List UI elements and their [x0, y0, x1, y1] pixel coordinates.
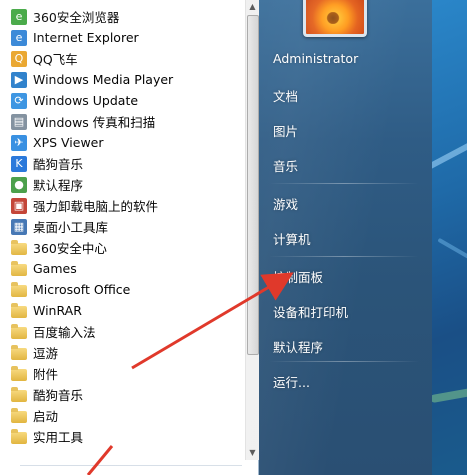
folder-icon [11, 408, 27, 423]
program-item[interactable]: K 酷狗音乐 [0, 153, 245, 174]
program-item[interactable]: 附件 [0, 363, 245, 384]
desktop-wallpaper [422, 0, 467, 475]
folder-icon [11, 261, 27, 276]
program-label: XPS Viewer [33, 135, 104, 150]
program-item[interactable]: ⟳ Windows Update [0, 90, 245, 111]
games-link[interactable]: 游戏 [273, 194, 298, 213]
program-item[interactable]: 百度输入法 [0, 321, 245, 342]
run-link[interactable]: 运行... [273, 372, 310, 391]
pictures-link[interactable]: 图片 [273, 121, 298, 140]
folder-icon [11, 387, 27, 402]
fax-scan-icon: ▤ [11, 113, 27, 130]
gadgets-icon: ▦ [11, 218, 27, 235]
scrollbar-thumb[interactable] [247, 15, 259, 355]
program-label: Games [33, 261, 77, 276]
program-item[interactable]: e 360安全浏览器 [0, 6, 245, 27]
uninstall-icon: ▣ [11, 197, 27, 214]
program-item[interactable]: Q QQ飞车 [0, 48, 245, 69]
program-item[interactable]: Microsoft Office [0, 279, 245, 300]
program-label: 启动 [33, 409, 59, 424]
folder-icon [11, 345, 27, 360]
user-avatar[interactable] [303, 0, 367, 37]
program-item[interactable]: ▶ Windows Media Player [0, 69, 245, 90]
scroll-up-arrow-icon[interactable]: ▲ [246, 0, 259, 14]
computer-link[interactable]: 计算机 [273, 229, 311, 248]
control-panel-link[interactable]: 控制面板 [273, 267, 323, 286]
program-label: Windows Media Player [33, 72, 174, 87]
program-label: 桌面小工具库 [33, 220, 109, 235]
qq-speed-icon: Q [11, 50, 27, 67]
program-label: 实用工具 [33, 430, 84, 445]
program-item[interactable]: 酷狗音乐 [0, 384, 245, 405]
folder-icon [11, 303, 27, 318]
all-programs-pane: e 360安全浏览器 e Internet Explorer Q QQ飞车 ▶ Windows… [0, 0, 259, 475]
program-item[interactable]: Games [0, 258, 245, 279]
program-label: 酷狗音乐 [33, 157, 84, 172]
media-player-icon: ▶ [11, 71, 27, 88]
program-label: Microsoft Office [33, 282, 131, 297]
music-link[interactable]: 音乐 [273, 156, 298, 175]
program-item[interactable]: 逗游 [0, 342, 245, 363]
program-label: QQ飞车 [33, 52, 78, 67]
program-label: 强力卸载电脑上的软件 [33, 199, 159, 214]
user-folder-link[interactable]: Administrator [273, 51, 358, 66]
program-item[interactable]: ● 默认程序 [0, 174, 245, 195]
program-label: 酷狗音乐 [33, 388, 84, 403]
divider [269, 361, 419, 362]
kugou-music-icon: K [11, 155, 27, 172]
program-item[interactable]: 启动 [0, 405, 245, 426]
program-label: 附件 [33, 367, 59, 382]
program-label: Windows Update [33, 93, 139, 108]
program-item[interactable]: e Internet Explorer [0, 27, 245, 48]
documents-link[interactable]: 文档 [273, 86, 298, 105]
360-browser-icon: e [11, 8, 27, 25]
divider [20, 465, 242, 466]
program-label: Internet Explorer [33, 30, 139, 45]
divider [269, 183, 419, 184]
program-label: WinRAR [33, 303, 82, 318]
divider [269, 256, 419, 257]
folder-icon [11, 282, 27, 297]
program-label: 360安全浏览器 [33, 10, 120, 25]
program-label: 百度输入法 [33, 325, 96, 340]
program-item[interactable]: ▣ 强力卸载电脑上的软件 [0, 195, 245, 216]
start-menu: e 360安全浏览器 e Internet Explorer Q QQ飞车 ▶ Windows… [0, 0, 432, 475]
internet-explorer-icon: e [11, 29, 27, 46]
xps-viewer-icon: ✈ [11, 134, 27, 151]
program-label: 默认程序 [33, 178, 84, 193]
program-item[interactable]: ▤ Windows 传真和扫描 [0, 111, 245, 132]
windows-update-icon: ⟳ [11, 92, 27, 109]
programs-scrollbar[interactable]: ▲ ▼ [245, 0, 259, 460]
program-item[interactable]: ✈ XPS Viewer [0, 132, 245, 153]
scroll-down-arrow-icon[interactable]: ▼ [246, 446, 259, 460]
folder-icon [11, 324, 27, 339]
program-list: e 360安全浏览器 e Internet Explorer Q QQ飞车 ▶ Windows… [0, 6, 245, 447]
program-item[interactable]: WinRAR [0, 300, 245, 321]
program-label: 逗游 [33, 346, 59, 361]
default-programs-link[interactable]: 默认程序 [273, 337, 323, 356]
program-item[interactable]: 360安全中心 [0, 237, 245, 258]
folder-icon [11, 240, 27, 255]
folder-icon [11, 429, 27, 444]
folder-icon [11, 366, 27, 381]
devices-printers-link[interactable]: 设备和打印机 [273, 302, 348, 321]
default-programs-icon: ● [11, 176, 27, 193]
program-label: 360安全中心 [33, 241, 107, 256]
program-label: Windows 传真和扫描 [33, 115, 156, 130]
program-item[interactable]: ▦ 桌面小工具库 [0, 216, 245, 237]
program-item[interactable]: 实用工具 [0, 426, 245, 447]
